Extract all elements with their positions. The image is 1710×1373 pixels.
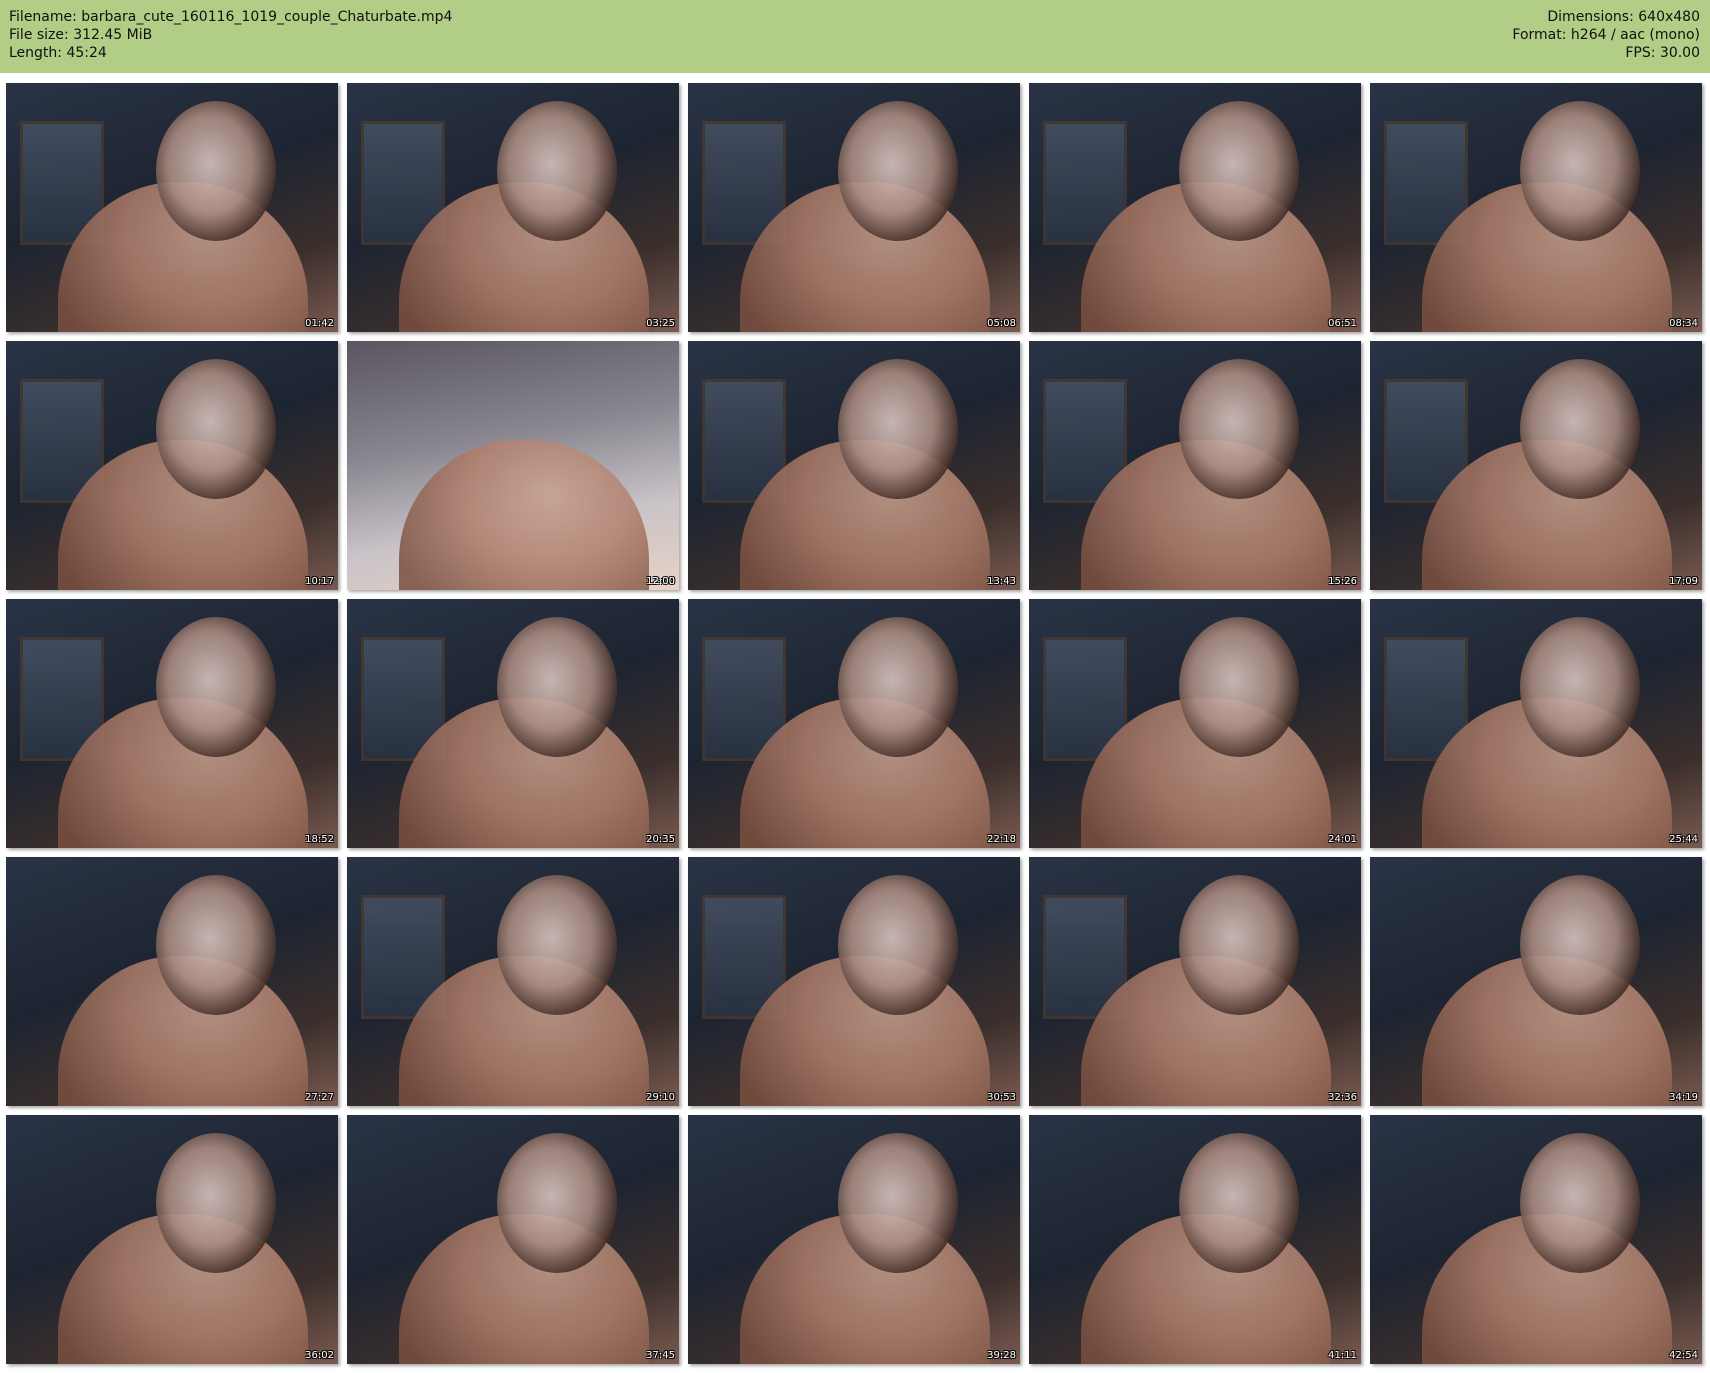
thumbnail: 34:19 bbox=[1370, 857, 1702, 1106]
thumbnail-timestamp: 08:34 bbox=[1669, 318, 1698, 329]
thumbnail-timestamp: 17:09 bbox=[1669, 576, 1698, 587]
file-info: Filename: barbara_cute_160116_1019_coupl… bbox=[9, 8, 452, 62]
head-shape bbox=[497, 617, 617, 757]
thumbnail-grid: 01:42 03:25 05:08 06:51 08:34 10:17 12:0… bbox=[6, 83, 1702, 1364]
thumbnail: 39:28 bbox=[688, 1115, 1020, 1364]
head-shape bbox=[1520, 101, 1640, 241]
thumbnail: 13:43 bbox=[688, 341, 1020, 590]
head-shape bbox=[497, 101, 617, 241]
thumbnail: 20:35 bbox=[347, 599, 679, 848]
thumbnail: 12:00 bbox=[347, 341, 679, 590]
head-shape bbox=[838, 617, 958, 757]
thumbnail-timestamp: 01:42 bbox=[305, 318, 334, 329]
thumbnail-timestamp: 36:02 bbox=[305, 1350, 334, 1361]
head-shape bbox=[156, 875, 276, 1015]
thumbnail-timestamp: 27:27 bbox=[305, 1092, 334, 1103]
thumbnail-timestamp: 06:51 bbox=[1328, 318, 1357, 329]
head-shape bbox=[1179, 1133, 1299, 1273]
head-shape bbox=[497, 1133, 617, 1273]
head-shape bbox=[497, 875, 617, 1015]
thumbnail: 25:44 bbox=[1370, 599, 1702, 848]
head-shape bbox=[156, 359, 276, 499]
thumbnail: 08:34 bbox=[1370, 83, 1702, 332]
thumbnail: 05:08 bbox=[688, 83, 1020, 332]
thumbnail: 41:11 bbox=[1029, 1115, 1361, 1364]
thumbnail: 29:10 bbox=[347, 857, 679, 1106]
thumbnail: 06:51 bbox=[1029, 83, 1361, 332]
thumbnail-timestamp: 22:18 bbox=[987, 834, 1016, 845]
thumbnail-timestamp: 30:53 bbox=[987, 1092, 1016, 1103]
thumbnail-timestamp: 37:45 bbox=[646, 1350, 675, 1361]
thumbnail: 42:54 bbox=[1370, 1115, 1702, 1364]
thumbnail-timestamp: 10:17 bbox=[305, 576, 334, 587]
head-shape bbox=[1179, 875, 1299, 1015]
figure-shape bbox=[399, 440, 649, 590]
thumbnail-timestamp: 34:19 bbox=[1669, 1092, 1698, 1103]
thumbnail: 22:18 bbox=[688, 599, 1020, 848]
head-shape bbox=[156, 1133, 276, 1273]
head-shape bbox=[156, 101, 276, 241]
thumbnail-timestamp: 15:26 bbox=[1328, 576, 1357, 587]
thumbnail-timestamp: 13:43 bbox=[987, 576, 1016, 587]
head-shape bbox=[1520, 875, 1640, 1015]
head-shape bbox=[1520, 359, 1640, 499]
thumbnail: 03:25 bbox=[347, 83, 679, 332]
head-shape bbox=[1520, 1133, 1640, 1273]
thumbnail: 18:52 bbox=[6, 599, 338, 848]
filesize-label: File size: 312.45 MiB bbox=[9, 27, 153, 43]
format-label: Format: h264 / aac (mono) bbox=[1512, 27, 1700, 43]
thumbnail: 27:27 bbox=[6, 857, 338, 1106]
head-shape bbox=[1179, 617, 1299, 757]
head-shape bbox=[1179, 359, 1299, 499]
thumbnail: 15:26 bbox=[1029, 341, 1361, 590]
thumbnail: 30:53 bbox=[688, 857, 1020, 1106]
head-shape bbox=[838, 359, 958, 499]
thumbnail: 24:01 bbox=[1029, 599, 1361, 848]
thumbnail: 01:42 bbox=[6, 83, 338, 332]
head-shape bbox=[838, 875, 958, 1015]
thumbnail-timestamp: 39:28 bbox=[987, 1350, 1016, 1361]
head-shape bbox=[838, 1133, 958, 1273]
thumbnail-timestamp: 29:10 bbox=[646, 1092, 675, 1103]
thumbnail: 32:36 bbox=[1029, 857, 1361, 1106]
thumbnail-timestamp: 25:44 bbox=[1669, 834, 1698, 845]
thumbnail-timestamp: 24:01 bbox=[1328, 834, 1357, 845]
thumbnail: 17:09 bbox=[1370, 341, 1702, 590]
head-shape bbox=[156, 617, 276, 757]
thumbnail-timestamp: 03:25 bbox=[646, 318, 675, 329]
thumbnail: 37:45 bbox=[347, 1115, 679, 1364]
dimensions-label: Dimensions: 640x480 bbox=[1547, 9, 1700, 25]
thumbnail: 36:02 bbox=[6, 1115, 338, 1364]
head-shape bbox=[838, 101, 958, 241]
length-label: Length: 45:24 bbox=[9, 45, 107, 61]
info-header: Filename: barbara_cute_160116_1019_coupl… bbox=[0, 0, 1710, 73]
filename-label: Filename: barbara_cute_160116_1019_coupl… bbox=[9, 9, 453, 25]
thumbnail-timestamp: 32:36 bbox=[1328, 1092, 1357, 1103]
head-shape bbox=[1520, 617, 1640, 757]
thumbnail-timestamp: 12:00 bbox=[646, 576, 675, 587]
stream-info: Dimensions: 640x480 Format: h264 / aac (… bbox=[1512, 8, 1700, 62]
thumbnail-timestamp: 42:54 bbox=[1669, 1350, 1698, 1361]
thumbnail-timestamp: 18:52 bbox=[305, 834, 334, 845]
thumbnail-timestamp: 05:08 bbox=[987, 318, 1016, 329]
thumbnail-timestamp: 41:11 bbox=[1328, 1350, 1357, 1361]
thumbnail: 10:17 bbox=[6, 341, 338, 590]
fps-label: FPS: 30.00 bbox=[1625, 45, 1700, 61]
thumbnail-timestamp: 20:35 bbox=[646, 834, 675, 845]
head-shape bbox=[1179, 101, 1299, 241]
